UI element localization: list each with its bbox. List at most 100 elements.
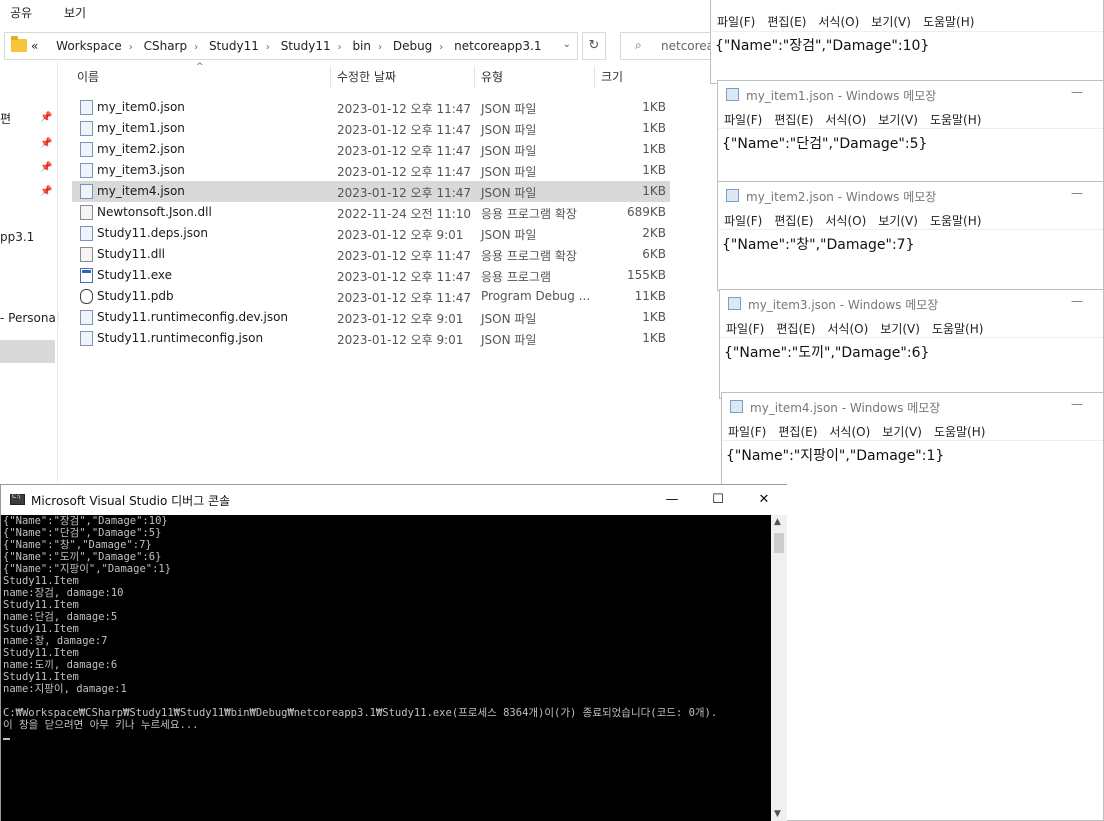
menu-view[interactable]: 보기(V) (878, 113, 918, 127)
console-title-bar[interactable]: Microsoft Visual Studio 디버그 콘솔 — ☐ ✕ (1, 485, 787, 515)
minimize-button[interactable]: — (649, 487, 695, 513)
scrollbar-thumb[interactable] (774, 533, 784, 553)
nav-item-selected[interactable] (0, 340, 55, 363)
pin-icon[interactable]: 📌 (40, 138, 52, 149)
file-row[interactable]: Study11.exe 2023-01-12 오후 11:47 응용 프로그램 155… (72, 265, 670, 286)
menu-view[interactable]: 보기(V) (882, 425, 922, 439)
column-header-size[interactable]: 크기 (601, 68, 623, 85)
column-divider[interactable] (330, 66, 331, 88)
file-list: my_item0.json 2023-01-12 오후 11:47 JSON 파일 1… (72, 97, 672, 349)
address-bar[interactable]: « Workspace › CSharp › Study11 › Study11 › b… (4, 32, 578, 60)
file-row[interactable]: Study11.runtimeconfig.json 2023-01-12 오후 … (72, 328, 670, 349)
notepad-title-bar[interactable]: my_item1.json - Windows 메모장 — (718, 81, 1103, 107)
pane-divider[interactable] (57, 62, 58, 482)
menu-file[interactable]: 파일(F) (717, 15, 755, 29)
nav-item-label[interactable]: 편 (0, 110, 11, 127)
minimize-button[interactable]: — (1071, 294, 1083, 308)
menu-help[interactable]: 도움말(H) (923, 15, 975, 29)
menu-view[interactable]: 보기(V) (880, 322, 920, 336)
ribbon-tab-view[interactable]: 보기 (64, 4, 86, 21)
menu-edit[interactable]: 편집(E) (767, 15, 806, 29)
notepad-title-bar[interactable]: my_item4.json - Windows 메모장 — (722, 393, 1103, 419)
column-divider[interactable] (594, 66, 595, 88)
minimize-button[interactable]: — (1071, 186, 1083, 200)
refresh-button[interactable]: ↻ (582, 32, 606, 60)
notepad-text-area[interactable]: {"Name":"장검","Damage":10} (715, 35, 929, 55)
column-header-type[interactable]: 유형 (481, 68, 503, 85)
scroll-up-icon[interactable]: ▲ (774, 517, 781, 527)
menu-view[interactable]: 보기(V) (878, 214, 918, 228)
file-date: 2023-01-12 오후 9:01 (337, 333, 464, 347)
file-row[interactable]: my_item3.json 2023-01-12 오후 11:47 JSON 파일 1… (72, 160, 670, 181)
column-header-date[interactable]: 수정한 날짜 (337, 68, 396, 85)
nav-item-label[interactable]: - Personal (0, 311, 59, 325)
notepad-text-area[interactable]: {"Name":"지팡이","Damage":1} (726, 445, 944, 465)
file-size: 2KB (642, 226, 666, 240)
file-row[interactable]: my_item1.json 2023-01-12 오후 11:47 JSON 파일 1… (72, 118, 670, 139)
menu-edit[interactable]: 편집(E) (774, 113, 813, 127)
menu-format[interactable]: 서식(O) (829, 425, 870, 439)
menu-help[interactable]: 도움말(H) (930, 113, 982, 127)
pin-icon[interactable]: 📌 (40, 112, 52, 123)
file-row[interactable]: my_item2.json 2023-01-12 오후 11:47 JSON 파일 1… (72, 139, 670, 160)
close-button[interactable]: ✕ (741, 487, 787, 513)
minimize-button[interactable]: — (1071, 85, 1083, 99)
file-row[interactable]: Study11.dll 2023-01-12 오후 11:47 응용 프로그램 확장… (72, 244, 670, 265)
window-title: my_item3.json - Windows 메모장 (748, 298, 939, 312)
menu-help[interactable]: 도움말(H) (930, 214, 982, 228)
menu-help[interactable]: 도움말(H) (932, 322, 984, 336)
notepad-title-bar[interactable]: my_item3.json - Windows 메모장 — (720, 290, 1103, 316)
notepad-window-item3[interactable]: my_item3.json - Windows 메모장 — 파일(F) 편집(E) 서… (719, 289, 1104, 399)
menu-edit[interactable]: 편집(E) (778, 425, 817, 439)
breadcrumb-item[interactable]: Workspace (56, 39, 122, 53)
menu-format[interactable]: 서식(O) (825, 113, 866, 127)
menu-file[interactable]: 파일(F) (724, 214, 762, 228)
menu-edit[interactable]: 편집(E) (774, 214, 813, 228)
notepad-text-area[interactable]: {"Name":"도끼","Damage":6} (724, 342, 929, 362)
breadcrumb-item[interactable]: bin (352, 39, 371, 53)
scroll-down-icon[interactable]: ▼ (774, 809, 781, 819)
menu-format[interactable]: 서식(O) (825, 214, 866, 228)
column-divider[interactable] (474, 66, 475, 88)
notepad-text-area[interactable]: {"Name":"창","Damage":7} (722, 234, 915, 254)
ribbon-tab-share[interactable]: 공유 (10, 4, 32, 21)
breadcrumb-item[interactable]: Study11 (209, 39, 259, 53)
search-input[interactable]: ⌕ netcorea (620, 32, 720, 60)
file-row[interactable]: Study11.runtimeconfig.dev.json 2023-01-12… (72, 307, 670, 328)
console-output[interactable]: {"Name":"장검","Damage":10} {"Name":"단검","D… (1, 515, 771, 821)
breadcrumb-overflow[interactable]: « (31, 39, 38, 53)
notepad-window-item1[interactable]: my_item1.json - Windows 메모장 — 파일(F) 편집(E) 서… (717, 80, 1104, 190)
breadcrumb-item[interactable]: Study11 (281, 39, 331, 53)
file-row[interactable]: my_item0.json 2023-01-12 오후 11:47 JSON 파일 1… (72, 97, 670, 118)
menu-help[interactable]: 도움말(H) (934, 425, 986, 439)
menu-file[interactable]: 파일(F) (726, 322, 764, 336)
pin-icon[interactable]: 📌 (40, 162, 52, 173)
file-row[interactable]: Study11.deps.json 2023-01-12 오후 9:01 JSON … (72, 223, 670, 244)
scrollbar-vertical[interactable]: ▲ ▼ (771, 515, 787, 821)
menu-file[interactable]: 파일(F) (728, 425, 766, 439)
debug-console-window[interactable]: Microsoft Visual Studio 디버그 콘솔 — ☐ ✕ {"N… (0, 484, 787, 821)
menu-edit[interactable]: 편집(E) (776, 322, 815, 336)
column-header-name[interactable]: 이름 (77, 68, 99, 85)
notepad-text-area[interactable]: {"Name":"단검","Damage":5} (722, 133, 927, 153)
nav-item-label[interactable]: pp3.1 (0, 230, 34, 244)
chevron-down-icon[interactable]: ⌄ (563, 39, 571, 50)
menu-format[interactable]: 서식(O) (818, 15, 859, 29)
menu-format[interactable]: 서식(O) (827, 322, 868, 336)
file-row[interactable]: Newtonsoft.Json.dll 2022-11-24 오전 11:10 응용… (72, 202, 670, 223)
file-row[interactable]: Study11.pdb 2023-01-12 오후 11:47 Program De… (72, 286, 670, 307)
breadcrumb-item[interactable]: netcoreapp3.1 (454, 39, 541, 53)
menu-view[interactable]: 보기(V) (871, 15, 911, 29)
chevron-right-icon: › (128, 42, 133, 53)
notepad-window-item2[interactable]: my_item2.json - Windows 메모장 — 파일(F) 편집(E) 서… (717, 181, 1104, 291)
notepad-window-item0[interactable]: 파일(F) 편집(E) 서식(O) 보기(V) 도움말(H) {"Name":"장검",… (710, 0, 1104, 84)
maximize-button[interactable]: ☐ (695, 487, 741, 513)
menu-file[interactable]: 파일(F) (724, 113, 762, 127)
pin-icon[interactable]: 📌 (40, 186, 52, 197)
minimize-button[interactable]: — (1071, 397, 1083, 411)
file-row-selected[interactable]: my_item4.json 2023-01-12 오후 11:47 JSON 파일 1… (72, 181, 670, 202)
notepad-title-bar[interactable]: my_item2.json - Windows 메모장 — (718, 182, 1103, 208)
breadcrumb-item[interactable]: CSharp (144, 39, 188, 53)
breadcrumb-item[interactable]: Debug (393, 39, 432, 53)
